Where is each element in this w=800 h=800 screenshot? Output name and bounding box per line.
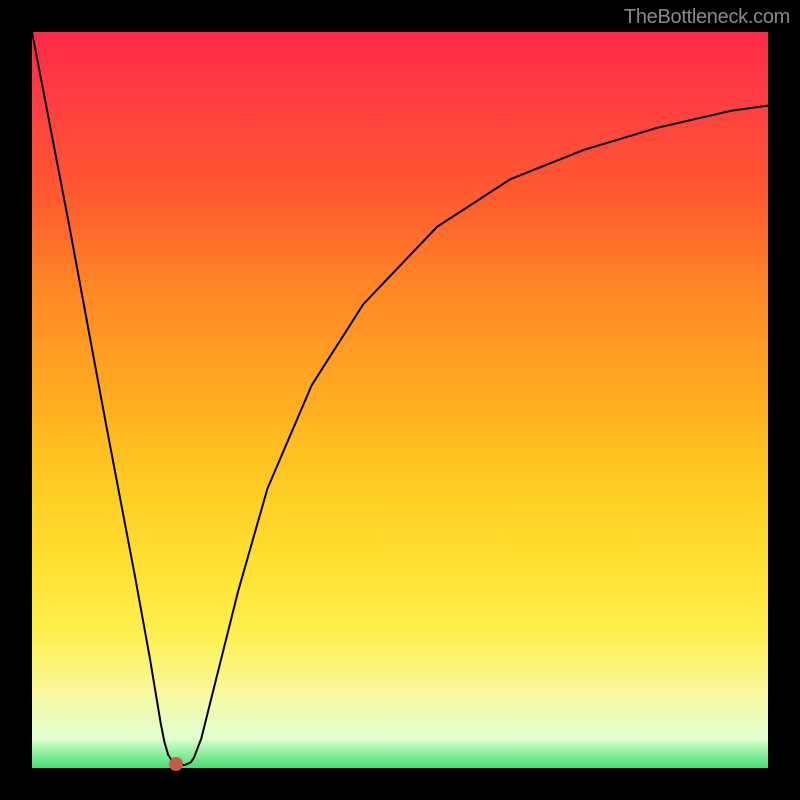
marker-dot <box>169 757 183 771</box>
attribution-label: TheBottleneck.com <box>624 6 790 29</box>
curve-path <box>32 32 768 765</box>
curve-svg <box>32 32 768 768</box>
chart-container: TheBottleneck.com <box>0 0 800 800</box>
plot-area <box>32 32 768 768</box>
